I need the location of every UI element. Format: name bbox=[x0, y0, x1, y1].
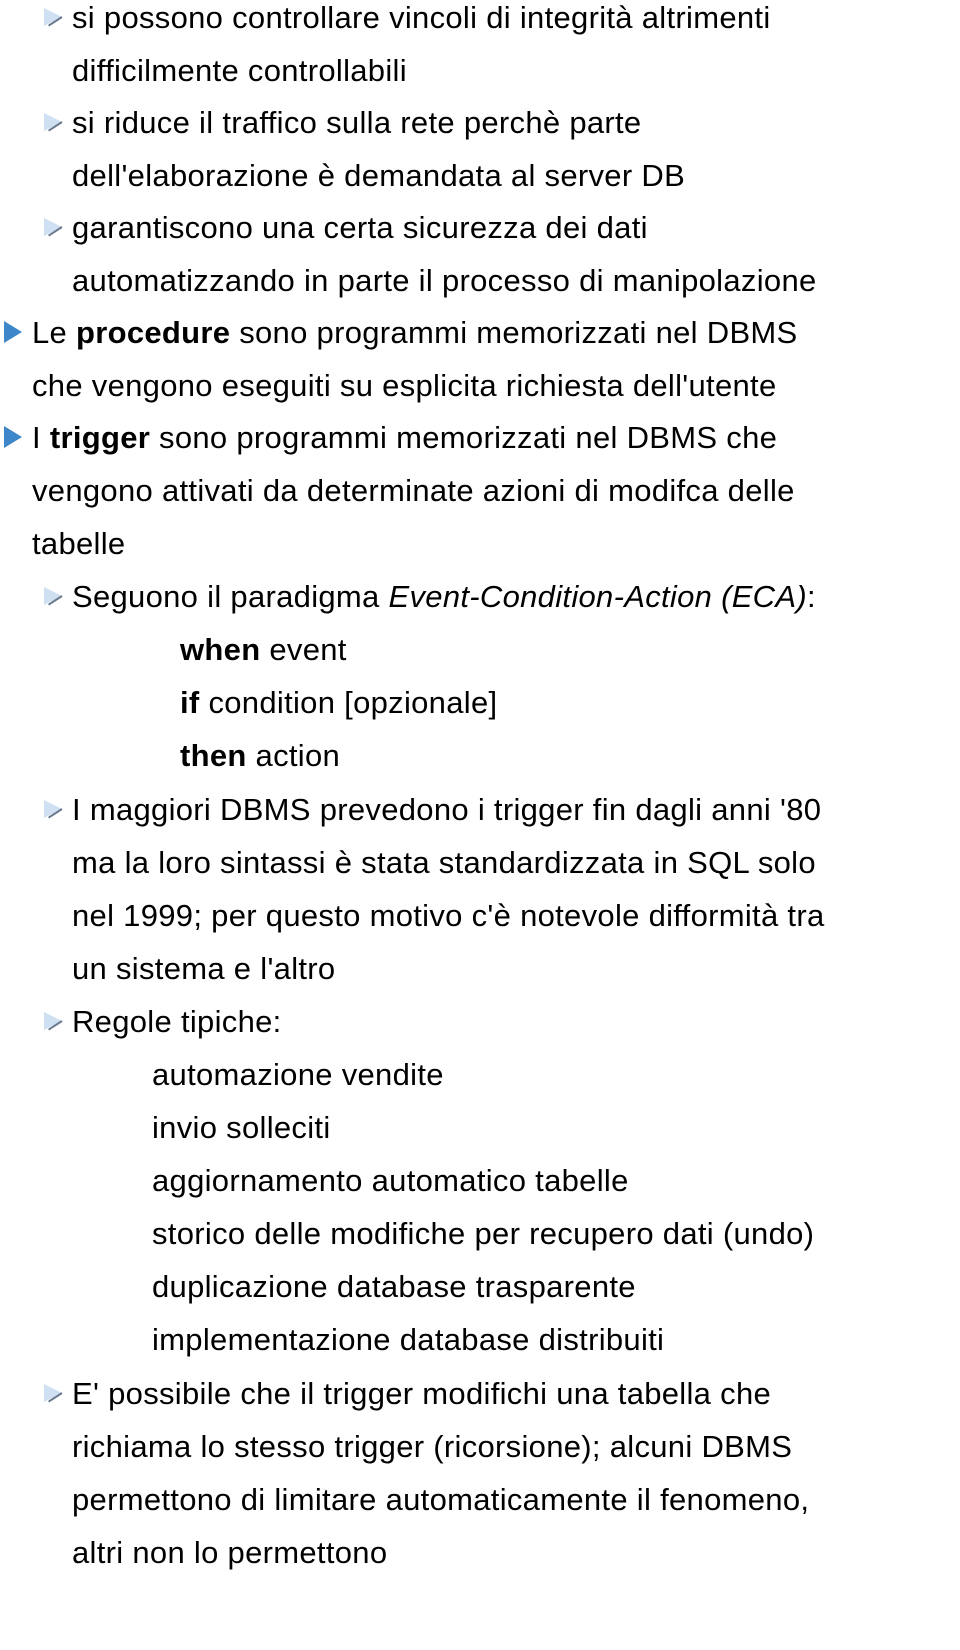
text-line: ma la loro sintassi è stata standardizza… bbox=[72, 845, 816, 880]
sub-bullet-icon bbox=[44, 1384, 62, 1402]
sub-bullet-icon bbox=[44, 800, 62, 818]
text-line: garantiscono una certa sicurezza dei dat… bbox=[72, 210, 648, 245]
sub-bullet-icon bbox=[44, 8, 62, 26]
text-line: permettono di limitare automaticamente i… bbox=[72, 1482, 810, 1517]
eca-intro: Seguono il paradigma Event-Condition-Act… bbox=[72, 579, 816, 614]
text-line: tabelle bbox=[32, 526, 126, 561]
text-line: E' possibile che il trigger modifichi un… bbox=[72, 1376, 772, 1411]
eca-when: when event bbox=[180, 632, 347, 667]
regole-title: Regole tipiche: bbox=[72, 1004, 282, 1039]
text-line: automatizzando in parte il processo di m… bbox=[72, 263, 817, 298]
text-line: un sistema e l'altro bbox=[72, 951, 336, 986]
list-item: aggiornamento automatico tabelle bbox=[152, 1163, 629, 1198]
text-line: difficilmente controllabili bbox=[72, 53, 407, 88]
trigger-definition: I trigger sono programmi memorizzati nel… bbox=[32, 420, 778, 455]
text-line: altri non lo permettono bbox=[72, 1535, 388, 1570]
text-line: I maggiori DBMS prevedono i trigger fin … bbox=[72, 792, 822, 827]
text-line: che vengono eseguiti su esplicita richie… bbox=[32, 368, 777, 403]
text-line: dell'elaborazione è demandata al server … bbox=[72, 158, 686, 193]
bullet-icon bbox=[4, 426, 22, 448]
sub-bullet-icon bbox=[44, 218, 62, 236]
text-line: vengono attivati da determinate azioni d… bbox=[32, 473, 795, 508]
sub-bullet-icon bbox=[44, 113, 62, 131]
text-line: nel 1999; per questo motivo c'è notevole… bbox=[72, 898, 825, 933]
list-item: duplicazione database trasparente bbox=[152, 1269, 636, 1304]
sub-bullet-icon bbox=[44, 1012, 62, 1030]
list-item: invio solleciti bbox=[152, 1110, 331, 1145]
text-line: richiama lo stesso trigger (ricorsione);… bbox=[72, 1429, 793, 1464]
list-item: automazione vendite bbox=[152, 1057, 444, 1092]
eca-then: then action bbox=[180, 738, 341, 773]
procedure-definition: Le procedure sono programmi memorizzati … bbox=[32, 315, 798, 350]
eca-if: if condition [opzionale] bbox=[180, 685, 498, 720]
list-item: implementazione database distribuiti bbox=[152, 1322, 665, 1357]
text-line: si possono controllare vincoli di integr… bbox=[72, 0, 771, 35]
bullet-icon bbox=[4, 321, 22, 343]
list-item: storico delle modifiche per recupero dat… bbox=[152, 1216, 815, 1251]
text-line: si riduce il traffico sulla rete perchè … bbox=[72, 105, 642, 140]
sub-bullet-icon bbox=[44, 587, 62, 605]
